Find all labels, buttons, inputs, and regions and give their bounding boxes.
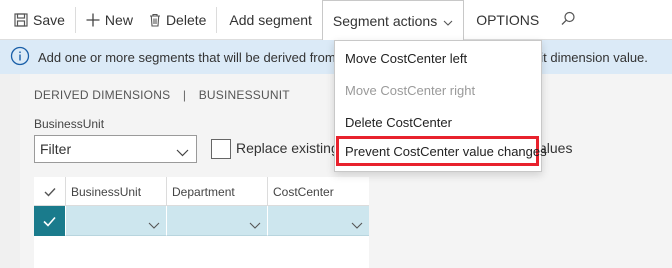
info-icon xyxy=(10,46,30,69)
select-all-checkmark[interactable] xyxy=(34,177,65,206)
replace-existing-checkbox[interactable] xyxy=(211,139,231,159)
businessunit-cell-dropdown[interactable] xyxy=(65,206,166,236)
chevron-down-icon xyxy=(249,216,261,234)
grid-header: BusinessUnit Department CostCenter xyxy=(34,177,369,206)
costcenter-cell-dropdown[interactable] xyxy=(267,206,369,236)
save-button[interactable]: Save xyxy=(0,0,73,40)
info-message-text-tail: nit dimension value. xyxy=(533,49,648,65)
chevron-down-icon xyxy=(148,216,160,234)
breadcrumb: DERIVED DIMENSIONS | BUSINESSUNIT xyxy=(34,88,290,102)
search-button[interactable] xyxy=(551,0,586,40)
row-selector[interactable] xyxy=(34,206,65,236)
checkmark-icon xyxy=(43,216,56,227)
save-icon xyxy=(14,12,28,27)
action-toolbar: Save New Delete Add segment Segment acti… xyxy=(0,0,672,41)
businessunit-filter-select[interactable]: Filter xyxy=(34,135,197,163)
menu-item-delete[interactable]: Delete CostCenter xyxy=(335,106,541,138)
delete-label: Delete xyxy=(165,11,207,28)
trash-icon xyxy=(149,13,161,27)
options-button[interactable]: OPTIONS xyxy=(464,0,551,40)
info-message-text: Add one or more segments that will be de… xyxy=(38,49,356,65)
chevron-down-icon xyxy=(443,13,453,29)
new-label: New xyxy=(104,11,133,28)
toolbar-divider xyxy=(216,6,218,33)
breadcrumb-separator: | xyxy=(182,88,187,102)
column-header-costcenter[interactable]: CostCenter xyxy=(267,177,369,206)
derived-values-grid: BusinessUnit Department CostCenter xyxy=(34,177,369,268)
checkmark-icon xyxy=(44,187,56,197)
menu-item-move-left[interactable]: Move CostCenter left xyxy=(335,42,541,74)
replace-existing-label: Replace existing xyxy=(236,140,339,156)
column-header-businessunit[interactable]: BusinessUnit xyxy=(65,177,166,206)
segment-actions-label: Segment actions xyxy=(332,12,438,29)
menu-item-prevent-value-changes[interactable]: Prevent CostCenter value changes xyxy=(336,136,547,166)
breadcrumb-businessunit: BUSINESSUNIT xyxy=(198,88,290,102)
save-label: Save xyxy=(33,11,65,28)
businessunit-filter-label: BusinessUnit xyxy=(34,117,105,131)
new-button[interactable]: New xyxy=(78,0,141,40)
segment-actions-menu: Move CostCenter left Move CostCenter rig… xyxy=(334,40,547,172)
add-segment-button[interactable]: Add segment xyxy=(219,0,322,40)
options-label: OPTIONS xyxy=(476,11,540,28)
search-icon xyxy=(561,11,576,29)
chevron-down-icon xyxy=(176,144,189,160)
businessunit-filter-value: Filter xyxy=(40,141,72,157)
add-segment-label: Add segment xyxy=(229,11,312,28)
segment-actions-button[interactable]: Segment actions xyxy=(321,0,465,41)
column-header-department[interactable]: Department xyxy=(166,177,267,206)
toolbar-divider xyxy=(74,6,76,33)
plus-icon xyxy=(86,13,100,27)
department-cell-dropdown[interactable] xyxy=(166,206,267,236)
breadcrumb-derived-dimensions[interactable]: DERIVED DIMENSIONS xyxy=(34,88,170,102)
delete-button[interactable]: Delete xyxy=(141,0,214,40)
table-row[interactable] xyxy=(34,206,369,236)
chevron-down-icon xyxy=(351,216,363,234)
menu-item-move-right: Move CostCenter right xyxy=(345,82,476,98)
